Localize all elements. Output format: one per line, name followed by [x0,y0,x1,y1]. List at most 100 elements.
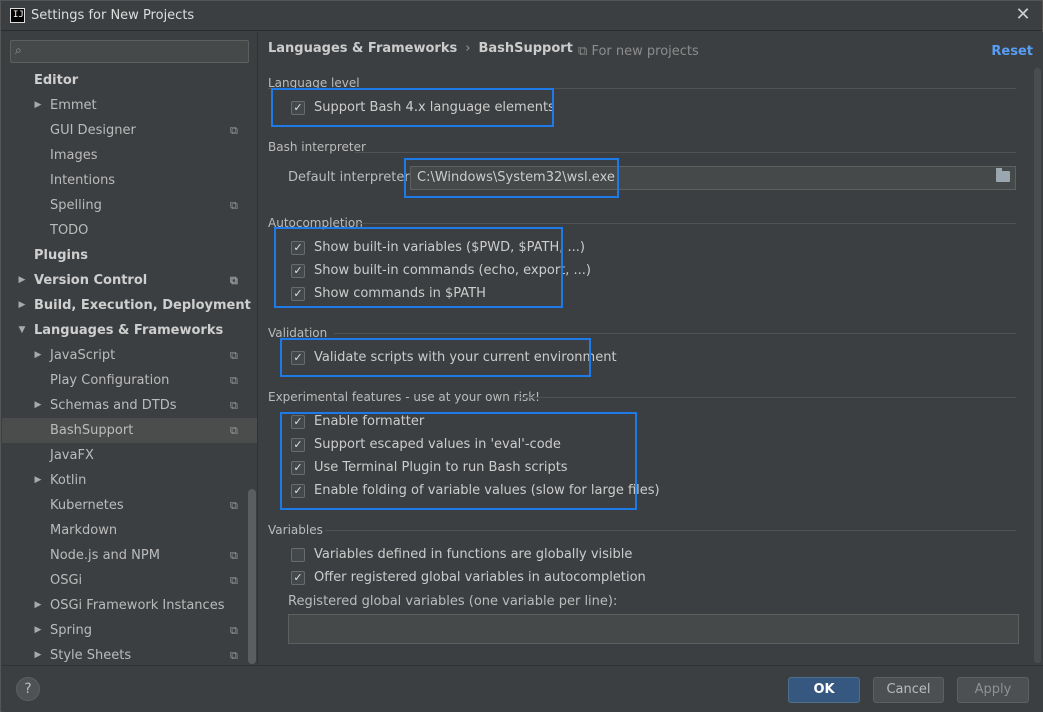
sidebar-item-label: Emmet [50,98,97,113]
chevron-right-icon[interactable]: ▶ [32,468,44,493]
section-divider [325,530,1016,531]
sidebar-item-play-configuration[interactable]: Play Configuration ⧉ [2,368,257,393]
chevron-right-icon[interactable]: ▶ [32,93,44,118]
sidebar-item-label: JavaFX [50,448,94,463]
project-scope-icon: ⧉ [230,199,238,212]
content-scrollbar[interactable] [1034,68,1041,663]
sidebar-item-label: TODO [50,223,89,238]
section-title-experimental: Experimental features - use at your own … [268,390,540,404]
project-scope-icon: ⧉ [230,424,238,437]
intellij-app-icon: IJ [10,8,25,23]
sidebar-item-label: Style Sheets [50,648,132,663]
chevron-right-icon[interactable]: ▶ [32,393,44,418]
sidebar-item-label: OSGi Framework Instances [50,598,225,613]
section-divider [516,397,1016,398]
sidebar-item-label: Editor [34,73,79,88]
sidebar-item-bashsupport[interactable]: BashSupport ⧉ [2,418,257,443]
sidebar-item-label: Kotlin [50,473,87,488]
cancel-button[interactable]: Cancel [873,677,944,703]
project-scope-icon: ⧉ [230,574,238,587]
highlight-box [280,412,637,510]
title-bar: IJ Settings for New Projects ✕ [1,1,1042,31]
sidebar-item-label: Images [50,148,98,163]
highlight-box [280,338,591,377]
checkbox-box[interactable]: ✓ [291,571,305,585]
sidebar-item-kubernetes[interactable]: Kubernetes ⧉ [2,493,257,518]
chevron-down-icon[interactable]: ▼ [16,318,28,343]
sidebar-item-languages-frameworks[interactable]: ▼ Languages & Frameworks [2,318,257,343]
reset-link[interactable]: Reset [991,44,1033,59]
highlight-box [404,158,619,198]
sidebar-item-editor[interactable]: Editor [2,68,257,93]
section-divider [355,152,1016,153]
sidebar-item-javafx[interactable]: JavaFX [2,443,257,468]
sidebar-item-javascript[interactable]: ▶ JavaScript ⧉ [2,343,257,368]
sidebar-item-label: Version Control [34,273,148,288]
folder-icon[interactable] [996,168,1010,182]
close-icon[interactable]: ✕ [1012,4,1034,26]
chevron-right-icon[interactable]: ▶ [32,643,44,665]
ok-button[interactable]: OK [788,677,860,703]
project-scope-icon: ⧉ [230,499,238,512]
chevron-right-icon[interactable]: ▶ [32,618,44,643]
sidebar-item-label: Schemas and DTDs [50,398,177,413]
scope-note: ⧉ For new projects [578,44,699,59]
settings-sidebar: ⌕ Editor ▶ Emmet GUI Designer ⧉ Images Intenti… [2,32,258,665]
settings-dialog: IJ Settings for New Projects ✕ ⌕ Editor ▶… [0,0,1043,712]
chevron-right-icon[interactable]: ▶ [32,593,44,618]
sidebar-item-label: Build, Execution, Deployment [34,298,251,313]
sidebar-item-osgi[interactable]: OSGi ⧉ [2,568,257,593]
sidebar-item-label: Spring [50,623,92,638]
default-interpreter-label: Default interpreter: [288,170,414,185]
sidebar-item-label: Markdown [50,523,118,538]
sidebar-item-label: OSGi [50,573,83,588]
section-title-variables: Variables [268,523,323,537]
sidebar-item-kotlin[interactable]: ▶ Kotlin [2,468,257,493]
highlight-box [274,227,563,308]
sidebar-item-todo[interactable]: TODO [2,218,257,243]
project-scope-icon: ⧉ [578,44,588,59]
breadcrumb-current: BashSupport [478,41,573,56]
settings-search-box[interactable]: ⌕ [10,40,249,63]
sidebar-item-spring[interactable]: ▶ Spring ⧉ [2,618,257,643]
bashsupport-settings-panel: Languages & Frameworks › BashSupport ⧉ For… [258,32,1043,665]
window-title: Settings for New Projects [31,8,195,23]
sidebar-item-gui-designer[interactable]: GUI Designer ⧉ [2,118,257,143]
checkbox-label: Offer registered global variables in aut… [314,570,646,585]
chevron-right-icon[interactable]: ▶ [16,293,28,318]
registered-globals-textarea[interactable] [288,614,1019,644]
sidebar-item-intentions[interactable]: Intentions [2,168,257,193]
sidebar-item-label: BashSupport [50,423,134,438]
chevron-right-icon[interactable]: ▶ [16,268,28,293]
sidebar-item-osgi-framework-instances[interactable]: ▶ OSGi Framework Instances [2,593,257,618]
sidebar-item-spelling[interactable]: Spelling ⧉ [2,193,257,218]
help-button[interactable]: ? [16,677,40,701]
sidebar-item-build-execution-deployment[interactable]: ▶ Build, Execution, Deployment [2,293,257,318]
project-scope-icon: ⧉ [230,349,238,362]
sidebar-item-label: Spelling [50,198,102,213]
breadcrumb: Languages & Frameworks › BashSupport [268,41,573,56]
sidebar-item-version-control[interactable]: ▶ Version Control ⧉ [2,268,257,293]
search-icon: ⌕ [15,43,22,57]
settings-search-input[interactable] [33,43,243,60]
sidebar-item-markdown[interactable]: Markdown [2,518,257,543]
sidebar-item-label: Plugins [34,248,88,263]
breadcrumb-parent: Languages & Frameworks [268,41,458,56]
section-divider [334,333,1016,334]
sidebar-item-emmet[interactable]: ▶ Emmet [2,93,257,118]
chevron-right-icon[interactable]: ▶ [32,343,44,368]
sidebar-item-plugins[interactable]: Plugins [2,243,257,268]
apply-button[interactable]: Apply [957,677,1029,703]
sidebar-item-node-js-and-npm[interactable]: Node.js and NPM ⧉ [2,543,257,568]
sidebar-item-label: Node.js and NPM [50,548,160,563]
breadcrumb-separator: › [465,41,471,56]
sidebar-item-label: Intentions [50,173,116,188]
sidebar-item-label: Languages & Frameworks [34,323,224,338]
sidebar-item-style-sheets[interactable]: ▶ Style Sheets ⧉ [2,643,257,665]
sidebar-item-schemas-and-dtds[interactable]: ▶ Schemas and DTDs ⧉ [2,393,257,418]
checkbox-box[interactable]: ✓ [291,548,305,562]
project-scope-icon: ⧉ [230,649,238,662]
project-scope-icon: ⧉ [230,374,238,387]
sidebar-scrollbar[interactable] [248,489,256,664]
sidebar-item-images[interactable]: Images [2,143,257,168]
